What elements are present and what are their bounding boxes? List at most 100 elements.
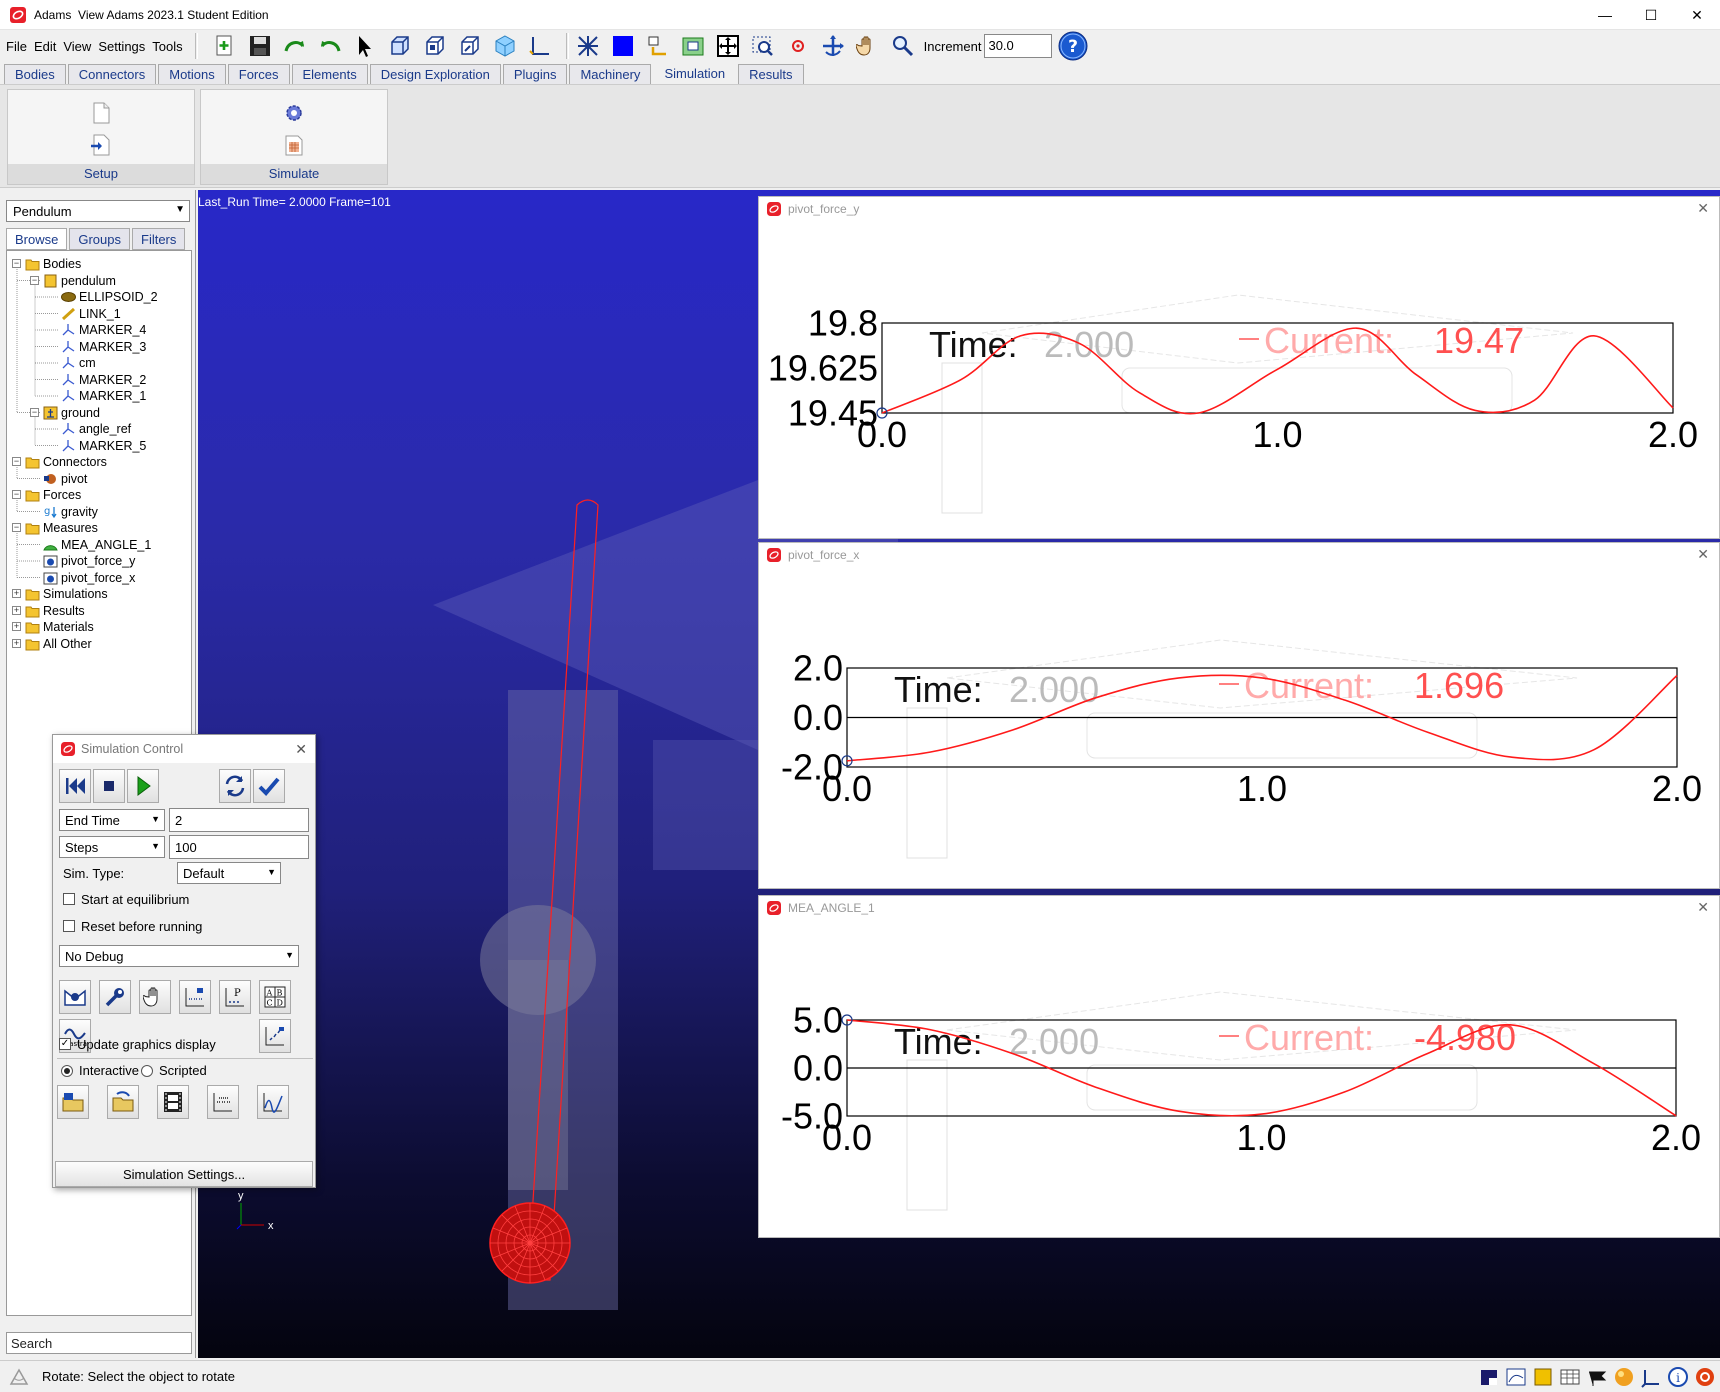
collapse-icon[interactable]: − bbox=[12, 523, 21, 532]
end-time-select[interactable]: End Time ▼ bbox=[59, 809, 165, 831]
collapse-icon[interactable]: − bbox=[12, 490, 21, 499]
end-time-input[interactable]: 2 bbox=[169, 808, 309, 832]
render-sphere-icon[interactable] bbox=[1613, 1366, 1635, 1388]
tree-item-ground[interactable]: ground bbox=[43, 404, 100, 422]
tab-machinery[interactable]: Machinery bbox=[569, 64, 652, 84]
collapse-icon[interactable]: − bbox=[12, 457, 21, 466]
calculator-icon[interactable] bbox=[283, 134, 305, 156]
tree-item-forces[interactable]: Forces bbox=[25, 486, 81, 504]
steps-input[interactable]: 100 bbox=[169, 835, 309, 859]
tree-item-marker-4[interactable]: MARKER_4 bbox=[61, 321, 146, 339]
tree-item-pivot-force-y[interactable]: pivot_force_y bbox=[43, 552, 135, 570]
expand-icon[interactable]: + bbox=[12, 622, 21, 631]
help-icon[interactable]: ? bbox=[1058, 31, 1088, 61]
interactive-radio[interactable] bbox=[61, 1065, 73, 1077]
reset-before-running-checkbox[interactable] bbox=[63, 920, 75, 932]
tree-item-gravity[interactable]: g gravity bbox=[43, 503, 98, 521]
start-equilibrium-checkbox[interactable] bbox=[63, 893, 75, 905]
postprocessor-button[interactable] bbox=[257, 1085, 289, 1119]
tree-item-pendulum[interactable]: pendulum bbox=[43, 272, 116, 290]
iso-view-icon[interactable] bbox=[421, 32, 449, 60]
tab-results[interactable]: Results bbox=[738, 64, 804, 84]
rotate-view-icon[interactable] bbox=[644, 32, 672, 60]
reset-button[interactable] bbox=[219, 769, 251, 803]
tree-item-marker-2[interactable]: MARKER_2 bbox=[61, 371, 146, 389]
tree-item-marker-1[interactable]: MARKER_1 bbox=[61, 387, 146, 405]
menu-edit[interactable]: Edit bbox=[34, 39, 56, 54]
debug-select[interactable]: No Debug ▼ bbox=[59, 945, 299, 967]
plot-window-pivot-force-x[interactable]: pivot_force_x ✕ 2.0 0.0 -2.0 0.0 1.0 2.0 Time:… bbox=[758, 542, 1720, 889]
collapse-icon[interactable]: − bbox=[30, 407, 39, 417]
close-icon[interactable]: ✕ bbox=[295, 741, 307, 758]
save-animation-button[interactable] bbox=[107, 1085, 139, 1119]
maximize-button[interactable]: ☐ bbox=[1628, 0, 1674, 30]
info-icon[interactable]: i bbox=[1667, 1366, 1689, 1388]
pan-hand-icon[interactable] bbox=[854, 32, 882, 60]
tree-item-pivot-force-x[interactable]: pivot_force_x bbox=[43, 569, 135, 587]
solid-color-icon[interactable] bbox=[609, 32, 637, 60]
tab-plugins[interactable]: Plugins bbox=[502, 64, 568, 84]
animation-button[interactable] bbox=[157, 1085, 189, 1119]
model-icon[interactable] bbox=[1478, 1366, 1500, 1388]
table-icon[interactable] bbox=[1559, 1366, 1581, 1388]
zoom-icon[interactable] bbox=[889, 32, 917, 60]
save-icon[interactable] bbox=[246, 32, 274, 60]
scatter-plot-button[interactable] bbox=[259, 1019, 291, 1053]
tree-item-results[interactable]: Results bbox=[25, 602, 85, 620]
sensor-button[interactable] bbox=[59, 980, 91, 1014]
sim-type-select[interactable]: Default ▼ bbox=[177, 862, 281, 884]
tree-item-link-1[interactable]: LINK_1 bbox=[61, 305, 121, 323]
tab-design-exploration[interactable]: Design Exploration bbox=[369, 64, 501, 84]
tree-item-simulations[interactable]: Simulations bbox=[25, 585, 108, 603]
menu-tools[interactable]: Tools bbox=[152, 39, 182, 54]
right-view-icon[interactable] bbox=[456, 32, 484, 60]
tree-item-pivot[interactable]: pivot bbox=[43, 470, 87, 488]
new-model-icon[interactable] bbox=[211, 32, 239, 60]
subtab-filters[interactable]: Filters bbox=[132, 228, 186, 250]
import-document-icon[interactable] bbox=[90, 134, 112, 156]
flag-icon[interactable] bbox=[1586, 1366, 1608, 1388]
parameter-plot-button[interactable]: P bbox=[219, 980, 251, 1014]
expand-icon[interactable]: + bbox=[12, 589, 21, 598]
subtab-browse[interactable]: Browse bbox=[6, 228, 68, 250]
expand-icon[interactable]: + bbox=[12, 638, 21, 648]
tree-item-cm[interactable]: cm bbox=[61, 354, 96, 372]
plot-window-pivot-force-y[interactable]: pivot_force_y ✕ 19.8 19.625 19.45 0.0 1.0 2.0… bbox=[758, 196, 1720, 539]
table-abcd-button[interactable]: ABCD bbox=[259, 980, 291, 1014]
body-color-icon[interactable] bbox=[1532, 1366, 1554, 1388]
menu-file[interactable]: File bbox=[6, 39, 27, 54]
fit-icon[interactable] bbox=[679, 32, 707, 60]
subtab-groups[interactable]: Groups bbox=[69, 228, 130, 250]
scripted-radio[interactable] bbox=[141, 1065, 153, 1077]
select-arrow-icon[interactable] bbox=[351, 32, 379, 60]
increment-input[interactable]: 30.0 bbox=[984, 34, 1053, 58]
tab-connectors[interactable]: Connectors bbox=[67, 64, 157, 84]
tree-item-bodies[interactable]: Bodies bbox=[25, 255, 81, 273]
translate-icon[interactable] bbox=[819, 32, 847, 60]
menu-view[interactable]: View bbox=[63, 39, 91, 54]
tree-item-angle-ref[interactable]: angle_ref bbox=[61, 420, 131, 438]
collapse-icon[interactable]: − bbox=[30, 275, 39, 285]
tab-bodies[interactable]: Bodies bbox=[4, 64, 66, 84]
zoom-window-icon[interactable] bbox=[714, 32, 742, 60]
tree-item-measures[interactable]: Measures bbox=[25, 519, 98, 537]
redo-icon[interactable] bbox=[281, 32, 309, 60]
interact-hand-button[interactable] bbox=[139, 980, 171, 1014]
tab-forces[interactable]: Forces bbox=[227, 64, 290, 84]
undo-icon[interactable] bbox=[316, 32, 344, 60]
tab-elements[interactable]: Elements bbox=[291, 64, 368, 84]
collapse-icon[interactable]: − bbox=[12, 259, 21, 268]
tree-item-connectors[interactable]: Connectors bbox=[25, 453, 107, 471]
simulation-settings-button[interactable]: Simulation Settings... bbox=[55, 1161, 313, 1187]
plot-window-mea-angle-1[interactable]: MEA_ANGLE_1 ✕ 5.0 0.0 -5.0 0.0 1.0 2.0 Time: 2.… bbox=[758, 895, 1720, 1238]
stop-sign-icon[interactable] bbox=[1694, 1366, 1716, 1388]
wrench-button[interactable] bbox=[99, 980, 131, 1014]
curve-icon[interactable] bbox=[1505, 1366, 1527, 1388]
minimize-button[interactable]: — bbox=[1582, 0, 1628, 30]
update-graphics-checkbox[interactable]: ✓ bbox=[59, 1038, 71, 1050]
3d-box-icon[interactable] bbox=[491, 32, 519, 60]
tree-item-ellipsoid-2[interactable]: ELLIPSOID_2 bbox=[61, 288, 158, 306]
model-select[interactable]: Pendulum ▼ bbox=[6, 200, 190, 222]
coordinate-axes-icon[interactable] bbox=[526, 32, 554, 60]
play-button[interactable] bbox=[127, 769, 159, 803]
